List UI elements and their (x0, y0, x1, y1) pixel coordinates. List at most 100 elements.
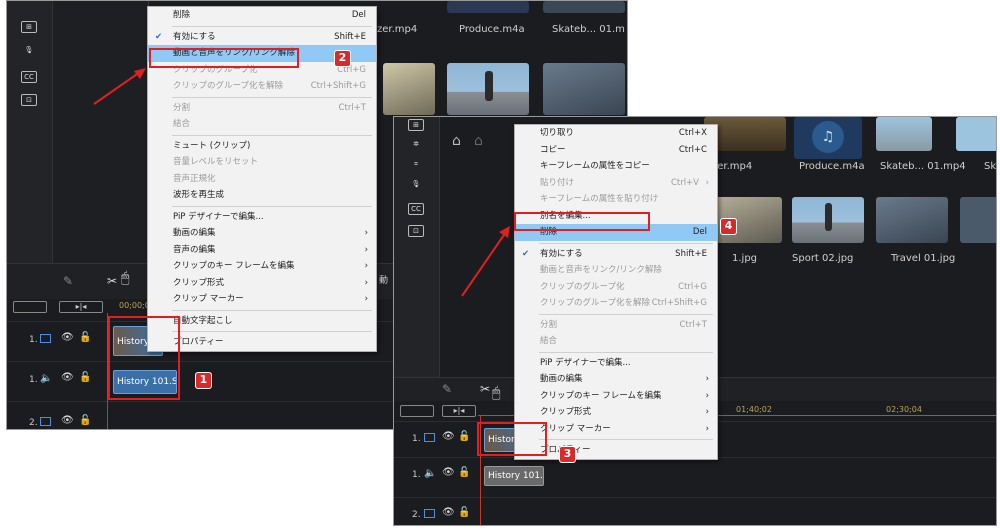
menu-item: 結合 (515, 333, 717, 350)
pen-icon[interactable]: ✎ (63, 274, 73, 288)
media-thumb-skate[interactable] (543, 1, 625, 13)
media-thumb-travel[interactable] (543, 63, 625, 115)
tool-strip: ⊞ ✲ ⌗ 🎙 CC ⊡ (394, 117, 440, 377)
menu-item: 分割 Ctrl+T (515, 317, 717, 334)
menu-item-shortcut: Del (692, 227, 707, 237)
menu-item[interactable]: クリップのキー フレームを編集 › (148, 258, 376, 275)
menu-item[interactable]: ミュート (クリップ) (148, 138, 376, 155)
menu-item-shortcut: Ctrl+G (678, 281, 707, 292)
lock-icon[interactable]: 🔓 (79, 332, 91, 343)
menu-item[interactable]: 動画の編集 › (515, 371, 717, 388)
menu-item[interactable]: クリップ形式 › (515, 404, 717, 421)
eye-icon[interactable]: 👁 (442, 431, 455, 442)
menu-item[interactable]: 自動文字起こし (148, 313, 376, 330)
menu-item[interactable]: PiP デザイナーで編集... (148, 209, 376, 226)
menu-item-label: 貼り付け (540, 177, 575, 188)
menu-item-label: 有効にする (540, 248, 583, 259)
media-thumb-partial[interactable] (956, 117, 996, 151)
scissors-icon[interactable]: ✂ (480, 382, 490, 396)
menu-item[interactable]: クリップ マーカー › (148, 291, 376, 308)
fit-timeline-button[interactable]: ▸|◂ (59, 301, 103, 313)
media-thumb-skate[interactable] (876, 117, 932, 151)
menu-item-label: キーフレームの属性を貼り付け (540, 194, 659, 204)
capture-icon[interactable]: ⊞ (408, 119, 424, 131)
track-row-video-2: 2. 👁 🔓 (394, 497, 996, 525)
track-manager-button[interactable] (400, 405, 434, 417)
media-thumb-sport[interactable] (792, 197, 864, 243)
ruler-mark: 01;40;02 (736, 405, 772, 414)
menu-item-label: 削除 (173, 10, 191, 20)
arrow-annotation (461, 226, 510, 297)
microphone-icon[interactable]: 🎙 (408, 179, 424, 191)
preview-area (53, 1, 149, 263)
pen-icon[interactable]: ✎ (442, 382, 452, 396)
lock-icon[interactable]: 🔓 (79, 415, 91, 426)
chevron-right-icon: › (364, 244, 368, 255)
mouse-icon: 🖱 (492, 385, 501, 401)
eye-icon[interactable]: 👁 (442, 507, 455, 518)
mask-icon[interactable]: ⌗ (408, 159, 424, 171)
eye-icon[interactable]: 👁 (442, 467, 455, 478)
clip-audio[interactable]: History 101.S0 (484, 466, 544, 486)
menu-item[interactable]: ✔ 有効にする Shift+E (515, 246, 717, 263)
track-row-audio-1: 1. 🔈 👁 🔓 History 101.S0 (394, 457, 996, 493)
menu-separator (172, 96, 372, 98)
menu-separator (539, 351, 713, 353)
chevron-right-icon: › (364, 277, 368, 288)
menu-item[interactable]: 切り取り Ctrl+X (515, 125, 717, 142)
menu-item[interactable]: コピー Ctrl+C (515, 142, 717, 159)
eye-icon[interactable]: 👁 (61, 332, 74, 343)
lock-icon[interactable]: 🔓 (458, 507, 470, 518)
chapter-icon[interactable]: ⊡ (21, 94, 37, 106)
menu-item-shortcut: Ctrl+Shift+G (310, 81, 366, 91)
music-icon: ♫ (812, 121, 844, 153)
lock-icon[interactable]: 🔓 (79, 372, 91, 383)
menu-item[interactable]: 波形を再生成 (148, 187, 376, 204)
media-thumb-image[interactable] (383, 63, 435, 115)
menu-separator (539, 439, 713, 440)
menu-item[interactable]: 動画の編集 › (148, 225, 376, 242)
eye-icon[interactable]: 👁 (61, 372, 74, 383)
fit-timeline-button[interactable]: ▸|◂ (442, 405, 476, 417)
menu-item[interactable]: PiP デザイナーで編集... (515, 355, 717, 372)
lock-icon[interactable]: 🔓 (458, 431, 470, 442)
video-track-icon (424, 433, 435, 442)
menu-item: 分割 Ctrl+T (148, 100, 376, 117)
lock-icon[interactable]: 🔓 (458, 467, 470, 478)
capture-icon[interactable]: ⊞ (21, 21, 37, 33)
highlight-box-clip (477, 422, 547, 456)
effects-icon[interactable]: ✲ (408, 139, 424, 151)
media-thumb-partial[interactable] (960, 197, 996, 243)
subtitle-icon[interactable]: CC (21, 71, 37, 83)
menu-item[interactable]: 音声の編集 › (148, 242, 376, 259)
chapter-icon[interactable]: ⊡ (408, 225, 424, 237)
track-number: 2. (412, 510, 421, 520)
menu-item[interactable]: クリップ形式 › (148, 275, 376, 292)
menu-item-label: 有効にする (173, 31, 216, 42)
media-thumb-produce[interactable] (447, 1, 529, 13)
remove-icon[interactable]: ⌂ (474, 133, 483, 149)
track-manager-button[interactable] (13, 301, 47, 313)
microphone-icon[interactable]: 🎙 (21, 45, 37, 57)
media-thumb-travel[interactable] (876, 197, 948, 243)
eye-icon[interactable]: 👁 (61, 415, 74, 426)
menu-item[interactable]: ✔ 有効にする Shift+E (148, 29, 376, 46)
scissors-icon[interactable]: ✂ (107, 274, 117, 288)
menu-item[interactable]: プロパティー (148, 334, 376, 351)
subtitle-icon[interactable]: CC (408, 203, 424, 215)
menu-item-label: 音量レベルをリセット (173, 157, 259, 167)
menu-item-label: 結合 (173, 119, 191, 129)
menu-item[interactable]: 削除 Del (148, 7, 376, 24)
video-track-icon (40, 334, 51, 343)
media-thumb-produce[interactable]: ♫ (794, 117, 862, 159)
add-icon[interactable]: ⌂ (452, 133, 461, 149)
video-track-icon (40, 417, 51, 426)
menu-item: 結合 (148, 116, 376, 133)
media-label: Produce.m4a (799, 161, 865, 172)
menu-item[interactable]: クリップのキー フレームを編集 › (515, 388, 717, 405)
menu-item: クリップのグループ化を解除 Ctrl+Shift+G (148, 78, 376, 95)
media-thumb-sport[interactable] (447, 63, 529, 115)
menu-item[interactable]: キーフレームの属性をコピー (515, 158, 717, 175)
context-menu-right: 切り取り Ctrl+X コピー Ctrl+C キーフレームの属性をコピー貼り付け Ctrl… (514, 124, 718, 460)
menu-item-shortcut: Ctrl+Shift+G (651, 298, 707, 308)
